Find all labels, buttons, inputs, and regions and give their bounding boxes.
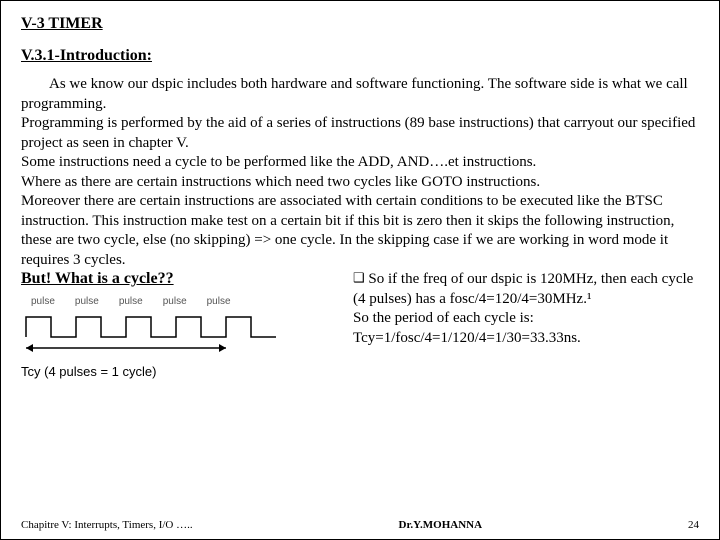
but-heading: But! What is a cycle?? [21, 270, 341, 288]
footer-left: Chapitre V: Interrupts, Timers, I/O ….. [21, 519, 193, 531]
slide-page: V-3 TIMER V.3.1-Introduction: As we know… [0, 0, 720, 540]
pulse-labels: pulse pulse pulse pulse pulse [21, 296, 341, 307]
pulse-label: pulse [207, 296, 231, 307]
pulse-label: pulse [75, 296, 99, 307]
para-1: As we know our dspic includes both hardw… [21, 75, 699, 114]
right-column: ❑ So if the freq of our dspic is 120MHz,… [353, 270, 699, 379]
square-wave-icon [21, 307, 301, 341]
right-line-1: So if the freq of our dspic is 120MHz, t… [353, 271, 693, 307]
footer-center: Dr.Y.MOHANNA [399, 519, 483, 531]
tcy-arrow-icon [21, 341, 301, 355]
heading-main: V-3 TIMER [21, 15, 699, 33]
pulse-label: pulse [119, 296, 143, 307]
heading-sub: V.3.1-Introduction: [21, 47, 699, 65]
pulse-label: pulse [163, 296, 187, 307]
right-line-2: So the period of each cycle is: [353, 309, 699, 329]
para-5: Moreover there are certain instructions … [21, 192, 699, 270]
para-2: Programming is performed by the aid of a… [21, 114, 699, 153]
bullet-icon: ❑ [353, 270, 365, 285]
left-column: But! What is a cycle?? pulse pulse pulse… [21, 270, 341, 379]
para-3: Some instructions need a cycle to be per… [21, 153, 699, 173]
tcy-caption: Tcy (4 pulses = 1 cycle) [21, 364, 341, 379]
footer-page-number: 24 [688, 519, 699, 531]
pulse-label: pulse [31, 296, 55, 307]
body-text: As we know our dspic includes both hardw… [21, 75, 699, 270]
para-4: Where as there are certain instructions … [21, 173, 699, 193]
right-line-3: Tcy=1/fosc/4=1/120/4=1/30=33.33ns. [353, 329, 699, 349]
footer: Chapitre V: Interrupts, Timers, I/O ….. … [21, 519, 699, 531]
pulse-diagram: pulse pulse pulse pulse pulse [21, 294, 341, 362]
